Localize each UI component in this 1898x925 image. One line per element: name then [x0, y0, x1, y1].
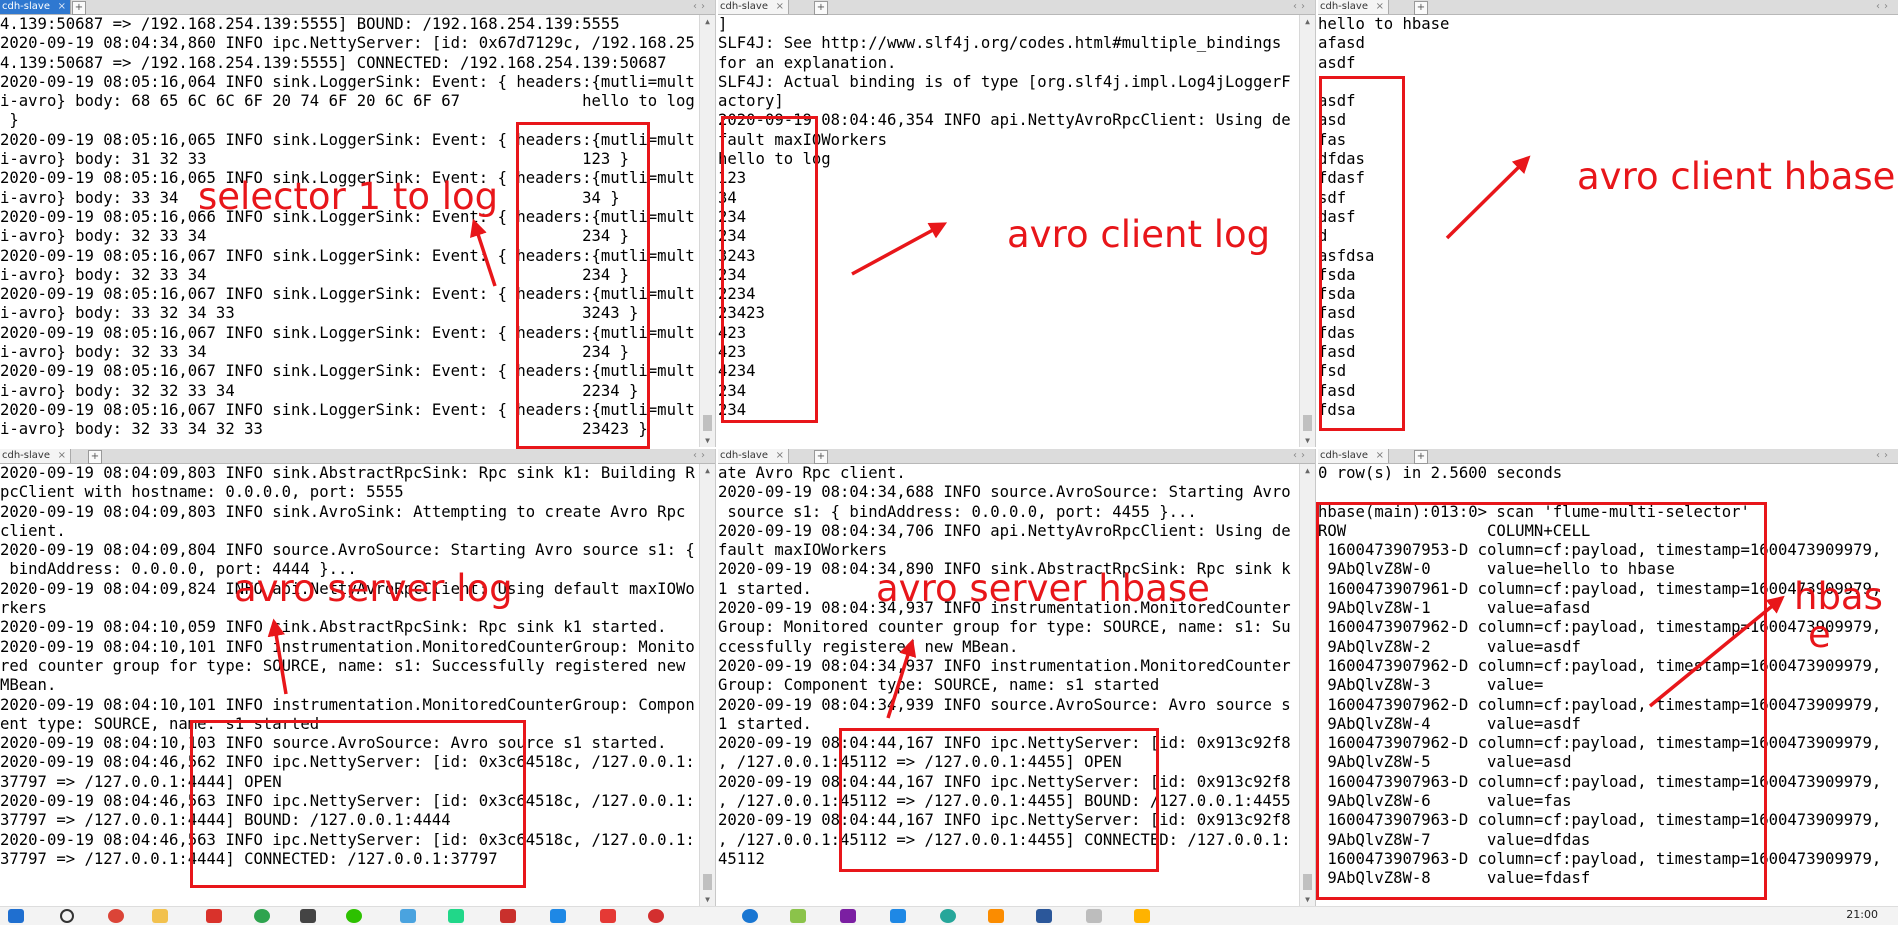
clock: 21:00	[1846, 908, 1878, 921]
app-icon[interactable]	[988, 909, 1004, 923]
search-icon[interactable]	[60, 909, 74, 923]
app-icon[interactable]	[206, 909, 222, 923]
arrow-avro-server-log	[267, 618, 288, 695]
app-icon[interactable]	[742, 909, 758, 923]
pycharm-icon[interactable]	[448, 909, 464, 923]
app-icon[interactable]	[1086, 909, 1102, 923]
app-icon[interactable]	[840, 909, 856, 923]
start-icon[interactable]	[8, 909, 24, 923]
app-icon[interactable]	[500, 909, 516, 923]
word-icon[interactable]	[1036, 909, 1052, 923]
taskbar: 21:00	[0, 906, 1898, 925]
app-icon[interactable]	[550, 909, 566, 923]
arrow-avro-server-hbase	[886, 638, 917, 719]
chrome-icon[interactable]	[108, 909, 124, 923]
arrow-avro-client-hbase	[1445, 155, 1531, 240]
app-icon[interactable]	[254, 909, 270, 923]
app-icon[interactable]	[600, 909, 616, 923]
netease-icon[interactable]	[648, 909, 664, 923]
app-icon[interactable]	[790, 909, 806, 923]
arrow-hbase	[1648, 595, 1785, 708]
folder-icon[interactable]	[152, 909, 168, 923]
app-icon[interactable]	[940, 909, 956, 923]
arrow-avro-client-log	[851, 222, 948, 276]
app-icon[interactable]	[400, 909, 416, 923]
annotation-arrows	[267, 155, 1785, 719]
wechat-icon[interactable]	[346, 909, 362, 923]
app-icon[interactable]	[890, 909, 906, 923]
app-icon[interactable]	[1134, 909, 1150, 923]
arrow-selector-to-log	[470, 218, 497, 287]
app-icon[interactable]	[300, 909, 316, 923]
